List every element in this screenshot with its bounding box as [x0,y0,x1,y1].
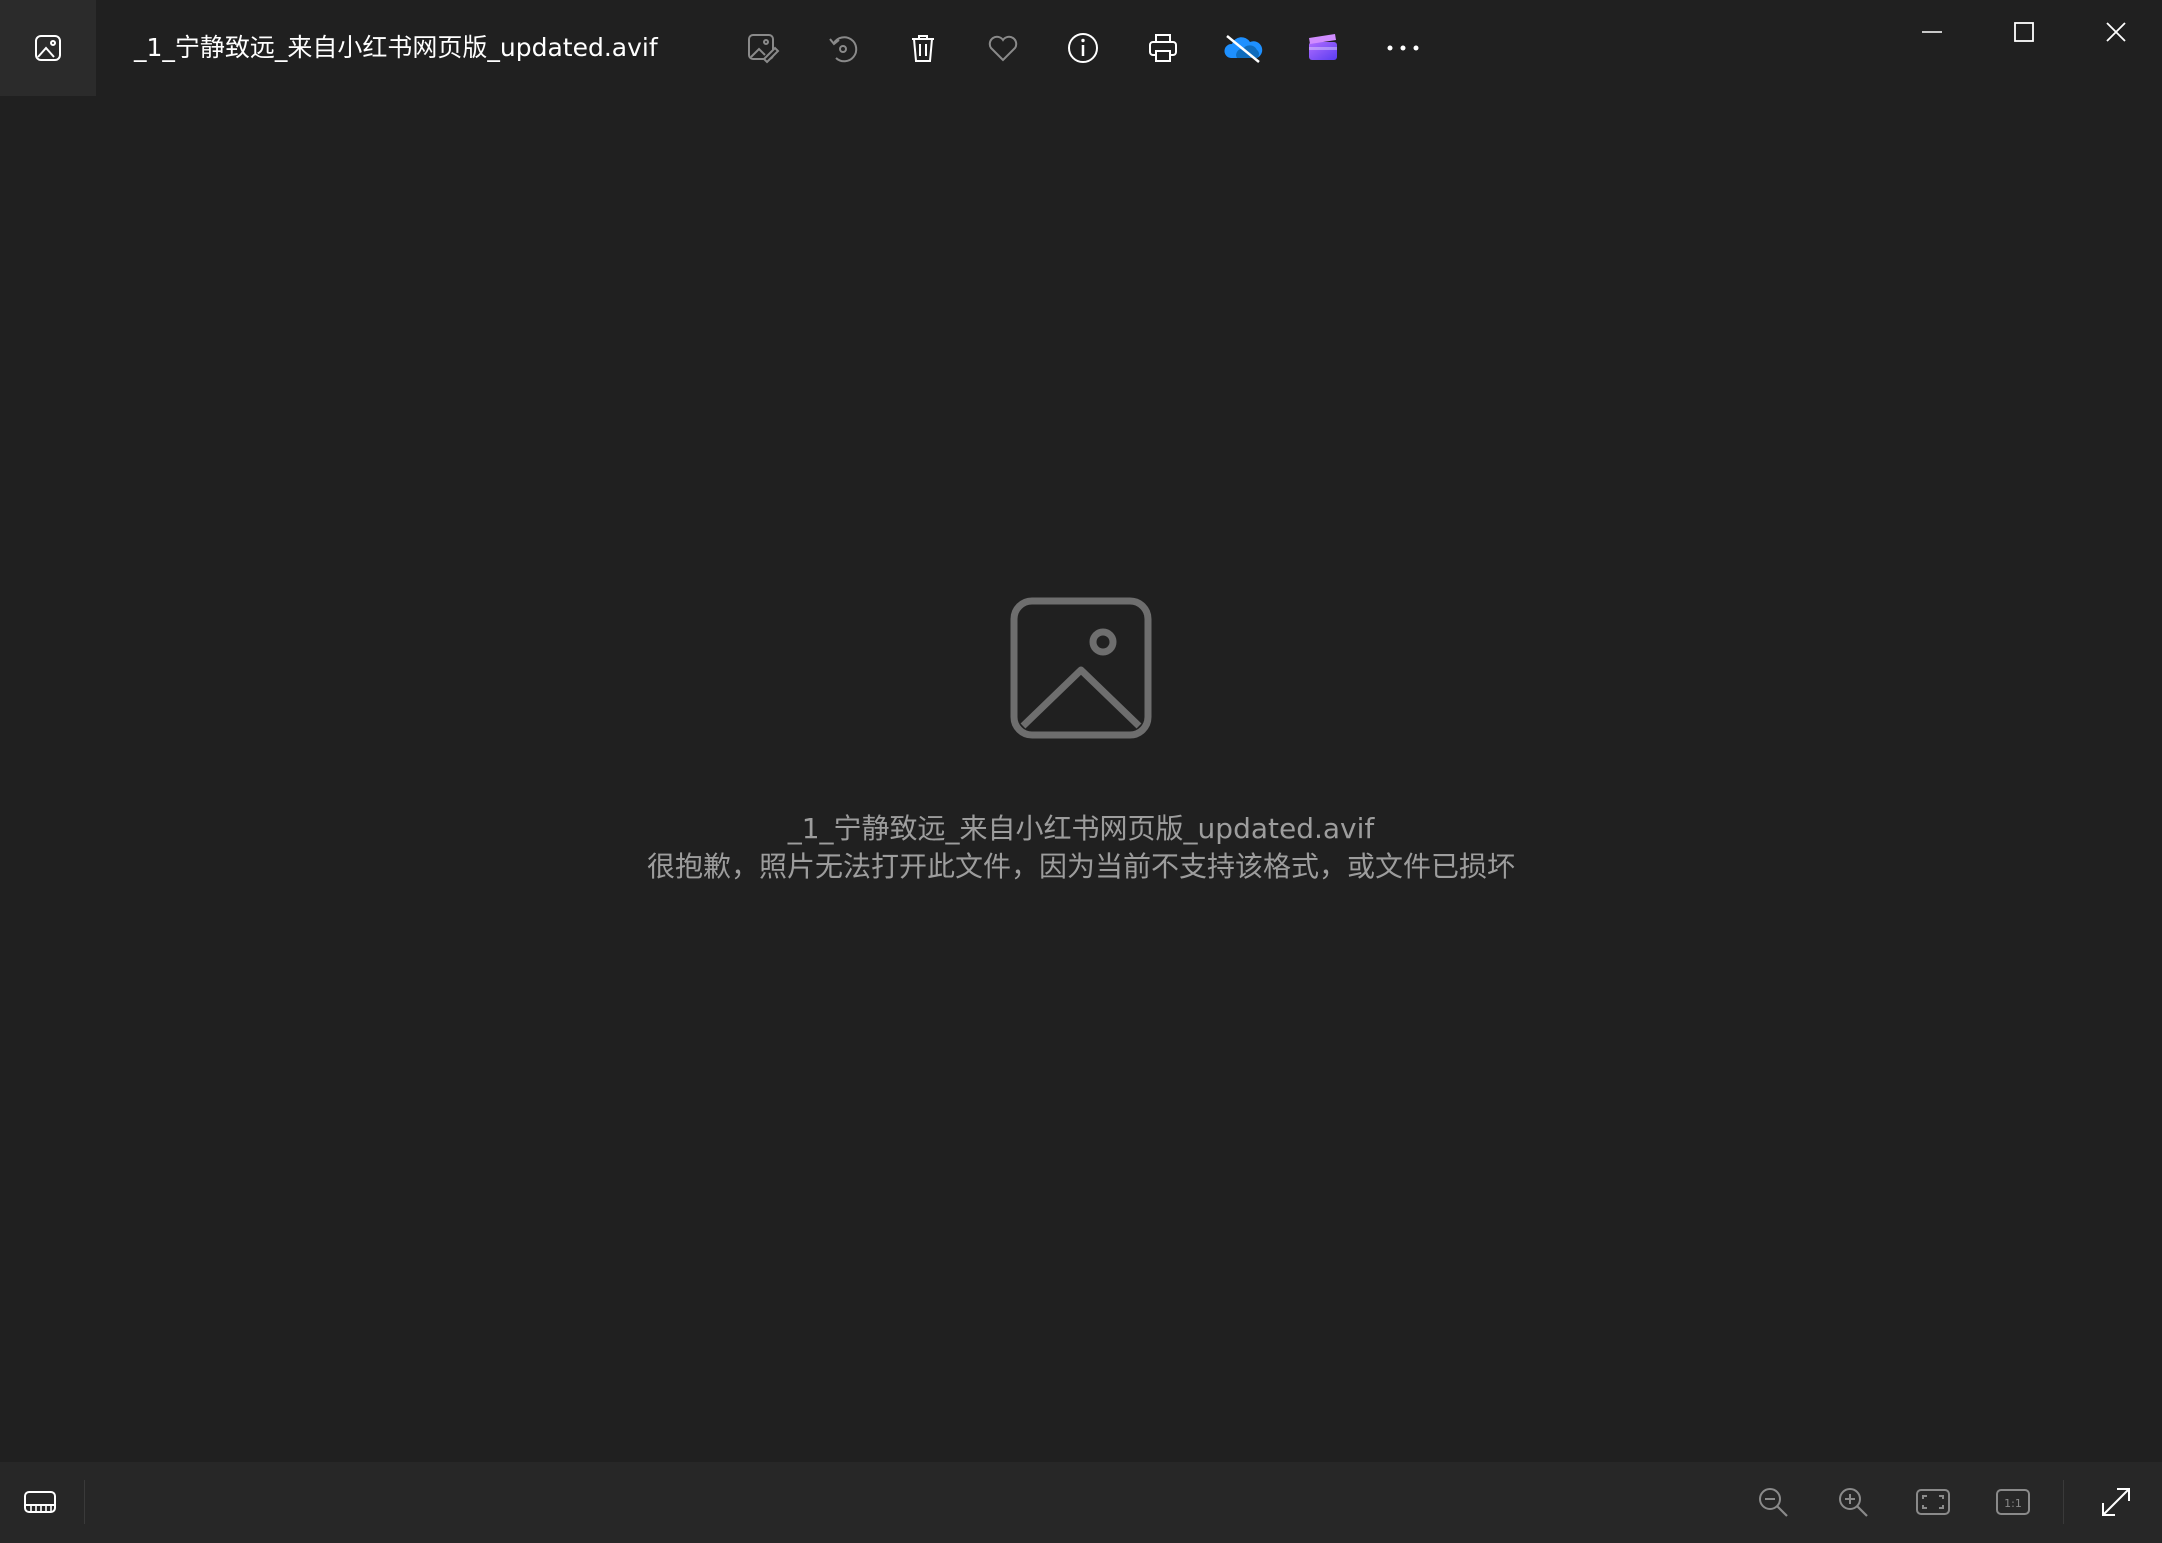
favorite-button[interactable] [975,20,1031,76]
minimize-icon [1922,31,1942,33]
actual-size-button[interactable]: 1:1 [1985,1474,2041,1530]
info-icon [1068,33,1098,63]
zoom-in-button[interactable] [1825,1474,1881,1530]
bottom-separator-right [2063,1480,2064,1524]
photos-app-icon [35,35,61,61]
print-button[interactable] [1135,20,1191,76]
bottom-separator-left [84,1480,85,1524]
maximize-button[interactable] [1978,0,2070,64]
fit-to-window-icon [1916,1489,1950,1515]
zoom-in-icon [1839,1488,1868,1517]
actual-size-label: 1:1 [2004,1497,2022,1510]
window-title: _1_宁静致远_来自小红书网页版_updated.avif [134,33,658,62]
actual-size-icon: 1:1 [1996,1489,2030,1515]
clipchamp-icon [1309,34,1337,60]
window-controls [1886,0,2162,64]
favorite-icon [988,35,1018,62]
error-filename: _1_宁静致远_来自小红书网页版_updated.avif [787,812,1375,845]
close-icon [2106,22,2126,42]
error-message-block: _1_宁静致远_来自小红书网页版_updated.avif 很抱歉，照片无法打开… [647,810,1515,886]
toolbar [735,20,1455,76]
minimize-button[interactable] [1886,0,1978,64]
zoom-out-button[interactable] [1745,1474,1801,1530]
photos-app-window: _1_宁静致远_来自小红书网页版_updated.avif _1_宁静致远_来自… [0,0,2162,1543]
maximize-icon [2014,22,2034,42]
image-placeholder-icon [1010,597,1152,739]
delete-button[interactable] [895,20,951,76]
fullscreen-icon [2102,1488,2130,1516]
clipchamp-button[interactable] [1295,20,1351,76]
onedrive-button[interactable] [1215,20,1271,76]
filmstrip-button[interactable] [12,1474,68,1530]
info-button[interactable] [1055,20,1111,76]
close-button[interactable] [2070,0,2162,64]
more-icon [1387,45,1419,51]
onedrive-icon [1224,35,1263,63]
bottom-bar: 1:1 [0,1462,2162,1543]
app-icon-button[interactable] [0,0,96,96]
zoom-out-icon [1759,1488,1788,1517]
edit-image-icon [748,34,780,64]
title-bar: _1_宁静致远_来自小红书网页版_updated.avif [0,0,2162,96]
fit-to-window-button[interactable] [1905,1474,1961,1530]
more-options-button[interactable] [1375,20,1431,76]
filmstrip-icon [24,1491,56,1513]
delete-icon [912,35,934,62]
rotate-button[interactable] [815,20,871,76]
print-icon [1149,34,1177,62]
fullscreen-button[interactable] [2088,1474,2144,1530]
rotate-icon [829,36,858,63]
error-message: 很抱歉，照片无法打开此文件，因为当前不支持该格式，或文件已损坏 [646,850,1515,883]
zoom-controls: 1:1 [1721,1474,2162,1530]
edit-image-button[interactable] [735,20,791,76]
error-placeholder: _1_宁静致远_来自小红书网页版_updated.avif 很抱歉，照片无法打开… [0,596,2162,886]
